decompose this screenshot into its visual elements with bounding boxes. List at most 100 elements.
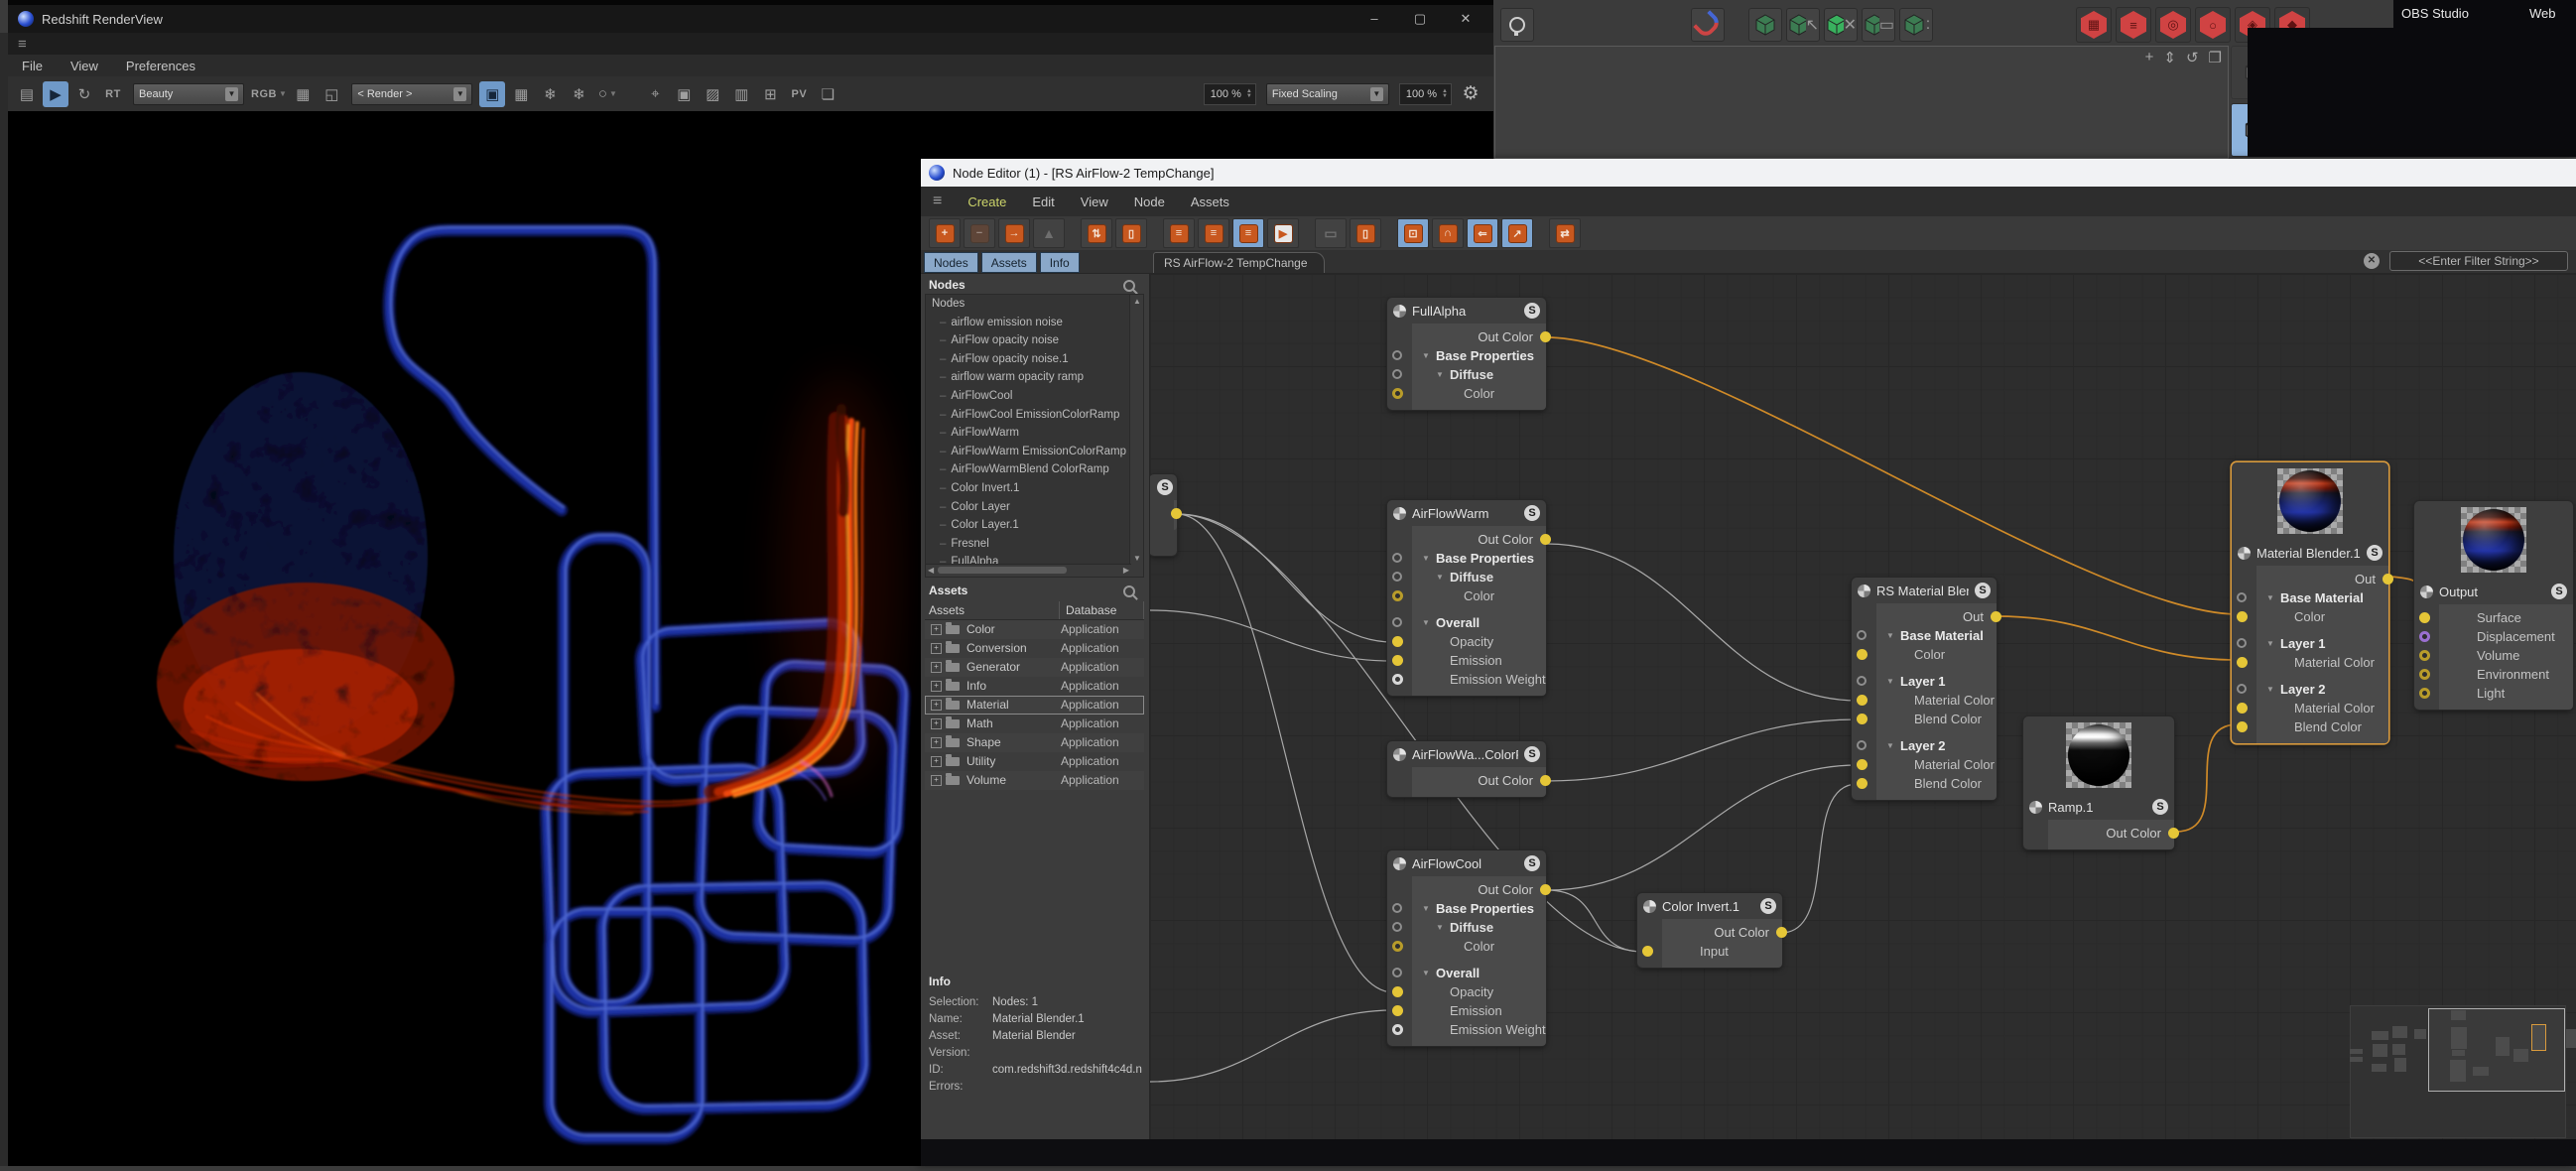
node-row[interactable]: Color xyxy=(1412,937,1546,956)
tree-item[interactable]: –AirFlowCool EmissionColorRamp xyxy=(926,406,1143,425)
tree-item[interactable]: –airflow warm opacity ramp xyxy=(926,368,1143,387)
input-port[interactable] xyxy=(1392,572,1402,582)
graph-node-ramp[interactable]: Ramp.1SOut Color xyxy=(2023,716,2174,849)
expand-icon[interactable]: + xyxy=(931,718,942,729)
collapse-arrow-icon[interactable]: ▼ xyxy=(1436,568,1444,586)
node-row[interactable]: Out Color xyxy=(1662,923,1782,942)
input-port[interactable] xyxy=(2237,611,2248,622)
minimize-icon[interactable]: – xyxy=(1360,11,1388,27)
input-port[interactable] xyxy=(2419,631,2430,642)
scroll-up-icon[interactable]: ▲ xyxy=(1133,297,1141,306)
node-row[interactable]: ▼Base Properties xyxy=(1412,346,1546,365)
collapse-arrow-icon[interactable]: ▼ xyxy=(1886,736,1894,755)
node-row[interactable]: Environment xyxy=(2439,665,2573,684)
node-row[interactable]: ▼Overall xyxy=(1412,964,1546,982)
hide-node-icon[interactable]: ▲ xyxy=(1033,218,1065,248)
input-port[interactable] xyxy=(1857,649,1868,660)
pan-view-icon[interactable]: + xyxy=(2145,49,2154,66)
tree-item[interactable]: –Color Layer.1 xyxy=(926,516,1143,535)
node-header[interactable]: Color Invert.1S xyxy=(1637,893,1782,919)
tab-info[interactable]: Info xyxy=(1040,252,1080,273)
node-row[interactable]: Input xyxy=(1662,942,1782,961)
tab-nodes[interactable]: Nodes xyxy=(924,252,978,273)
node-row[interactable]: Color xyxy=(1412,384,1546,403)
node-header[interactable]: AirFlowWa...ColorRampS xyxy=(1387,741,1546,767)
render-pass-select[interactable]: Beauty▼ xyxy=(133,83,244,105)
graph-minimap[interactable] xyxy=(2350,1005,2566,1138)
tree-root-item[interactable]: Nodes xyxy=(926,295,1143,314)
node-header[interactable]: OutputS xyxy=(2414,579,2573,604)
hamburger-icon[interactable]: ≡ xyxy=(18,36,27,53)
asset-row-utility[interactable]: +UtilityApplication xyxy=(925,752,1144,771)
rotate-view-icon[interactable]: ↺ xyxy=(2186,49,2199,66)
hamburger-icon[interactable]: ≡ xyxy=(933,193,942,210)
node-row[interactable]: Color xyxy=(1876,645,1996,664)
restart-render-icon[interactable]: ↻ xyxy=(71,81,97,107)
node-row[interactable]: Blend Color xyxy=(1876,710,1996,728)
input-port[interactable] xyxy=(1857,740,1867,750)
scroll-right-icon[interactable]: ▶ xyxy=(1123,566,1129,575)
output-port[interactable] xyxy=(1540,884,1551,895)
input-port[interactable] xyxy=(2237,684,2247,694)
asset-row-color[interactable]: +ColorApplication xyxy=(925,620,1144,639)
node-row[interactable]: Material Color xyxy=(1876,691,1996,710)
cube-tool-icon-1[interactable] xyxy=(1748,8,1782,42)
magnet-spline-icon[interactable] xyxy=(1691,8,1725,42)
hscroll-thumb[interactable] xyxy=(938,567,1067,574)
input-port[interactable] xyxy=(2419,612,2430,623)
input-port[interactable] xyxy=(1392,655,1403,666)
tree-item[interactable]: –Fresnel xyxy=(926,535,1143,554)
node-row[interactable]: Out Color xyxy=(2048,824,2174,843)
collapse-arrow-icon[interactable]: ▼ xyxy=(2266,634,2274,653)
scroll-left-icon[interactable]: ◀ xyxy=(928,566,934,575)
input-port[interactable] xyxy=(2419,650,2430,661)
node-row[interactable]: Blend Color xyxy=(1876,774,1996,793)
node-graph-canvas[interactable]: SFullAlphaSOut Color▼Base Properties▼Dif… xyxy=(1150,274,2576,1139)
node-row[interactable]: ▼Diffuse xyxy=(1412,365,1546,384)
node-row[interactable]: Out xyxy=(2256,570,2388,588)
ne-menu-edit[interactable]: Edit xyxy=(1032,195,1054,209)
node-header[interactable]: S xyxy=(1150,474,1177,500)
graph-node-airflowcool[interactable]: AirFlowCoolSOut Color▼Base Properties▼Di… xyxy=(1387,850,1546,1046)
filter-input[interactable]: <<Enter Filter String>> xyxy=(2389,251,2568,271)
graph-tab[interactable]: RS AirFlow-2 TempChange xyxy=(1153,252,1325,273)
solo-badge[interactable]: S xyxy=(1524,746,1540,762)
align-nodes-icon[interactable]: ⇐ xyxy=(1467,218,1498,248)
node-row[interactable]: Material Color xyxy=(2256,699,2388,717)
search-icon[interactable] xyxy=(1123,280,1135,292)
input-port[interactable] xyxy=(1392,1005,1403,1016)
snap-magnet-icon[interactable]: ∩ xyxy=(1432,218,1464,248)
collapse-arrow-icon[interactable]: ▼ xyxy=(1422,964,1430,982)
node-row[interactable]: ▼Base Material xyxy=(2256,588,2388,607)
input-port[interactable] xyxy=(2237,721,2248,732)
graph-node-color-invert[interactable]: Color Invert.1S Out ColorInput xyxy=(1637,893,1782,968)
node-row[interactable]: Out Color xyxy=(1412,327,1546,346)
tree-item[interactable]: –AirFlowWarm xyxy=(926,424,1143,443)
layout-medium-icon[interactable]: ≡ xyxy=(1198,218,1229,248)
paste-node-icon[interactable]: ▯ xyxy=(1115,218,1147,248)
cube-tool-icon-5[interactable]: : xyxy=(1899,8,1933,42)
collapse-arrow-icon[interactable]: ▼ xyxy=(2266,680,2274,699)
fit-view-icon[interactable]: ▣ xyxy=(671,81,697,107)
asset-row-material[interactable]: +MaterialApplication xyxy=(925,696,1144,715)
input-port[interactable] xyxy=(2237,638,2247,648)
expand-icon[interactable]: + xyxy=(931,624,942,635)
input-port[interactable] xyxy=(1392,350,1402,360)
node-row[interactable]: Volume xyxy=(2439,646,2573,665)
node-row[interactable]: Light xyxy=(2439,684,2573,703)
zoom-level-spin[interactable]: 100 %▲▼ xyxy=(1204,83,1256,105)
solo-badge[interactable]: S xyxy=(1524,303,1540,319)
expand-icon[interactable]: + xyxy=(931,756,942,767)
ne-menu-create[interactable]: Create xyxy=(967,195,1006,209)
solo-badge[interactable]: S xyxy=(2152,799,2168,815)
ne-menu-view[interactable]: View xyxy=(1081,195,1108,209)
node-row[interactable]: Emission xyxy=(1412,1001,1546,1020)
cube-tool-icon-4[interactable]: ▭ xyxy=(1862,8,1895,42)
input-port[interactable] xyxy=(1857,759,1868,770)
input-port[interactable] xyxy=(1392,617,1402,627)
node-row[interactable]: Color xyxy=(1412,586,1546,605)
rs-title-bar[interactable]: Redshift RenderView – ▢ ✕ xyxy=(8,0,1493,33)
node-row[interactable]: ▼Layer 1 xyxy=(1876,672,1996,691)
asset-row-info[interactable]: +InfoApplication xyxy=(925,677,1144,696)
snapshot-group-icon[interactable]: ❄ xyxy=(566,81,591,107)
